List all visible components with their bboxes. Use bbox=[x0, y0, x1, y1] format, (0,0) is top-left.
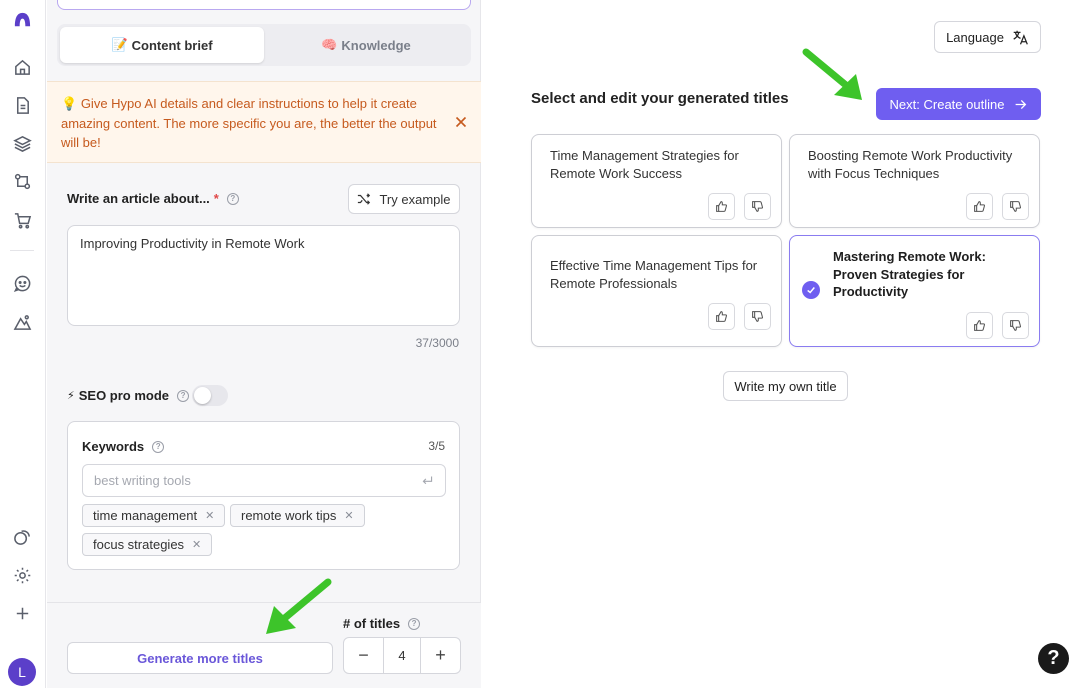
thumbs-down-icon[interactable] bbox=[744, 193, 771, 220]
keyword-chip-label: time management bbox=[93, 508, 198, 523]
thumbs-up-icon[interactable] bbox=[708, 193, 735, 220]
community-icon[interactable] bbox=[11, 526, 33, 548]
help-icon[interactable]: ? bbox=[152, 440, 165, 453]
language-button[interactable]: Language bbox=[934, 21, 1041, 53]
tab-content-brief-label: Content brief bbox=[131, 37, 213, 53]
annotation-arrow-icon bbox=[802, 48, 862, 100]
image-mountain-icon[interactable] bbox=[11, 311, 33, 333]
document-icon[interactable] bbox=[11, 94, 33, 116]
keyword-chip[interactable]: remote work tips ✕ bbox=[230, 504, 365, 527]
try-example-button[interactable]: Try example bbox=[348, 184, 460, 214]
keywords-box: Keywords ? 3/5 best writing tools time m… bbox=[67, 421, 460, 570]
number-of-titles-label: # of titles ? bbox=[343, 616, 421, 631]
help-icon[interactable]: ? bbox=[226, 192, 239, 205]
annotation-arrow-icon bbox=[266, 578, 332, 634]
title-card-text[interactable]: Boosting Remote Work Productivity with F… bbox=[808, 147, 1027, 182]
generate-more-titles-button[interactable]: Generate more titles bbox=[67, 642, 333, 674]
thumbs-up-icon[interactable] bbox=[966, 193, 993, 220]
keyword-input[interactable]: best writing tools bbox=[82, 464, 446, 497]
decrement-button[interactable]: − bbox=[344, 638, 383, 673]
number-of-titles-text: # of titles bbox=[343, 616, 401, 631]
notice-text: Give Hypo AI details and clear instructi… bbox=[61, 96, 437, 150]
title-card-text[interactable]: Time Management Strategies for Remote Wo… bbox=[550, 147, 769, 182]
logo-icon[interactable] bbox=[11, 9, 33, 31]
thumbs-down-icon[interactable] bbox=[1002, 312, 1029, 339]
title-card-selected[interactable]: Mastering Remote Work: Proven Strategies… bbox=[789, 235, 1040, 347]
article-topic-textarea[interactable]: Improving Productivity in Remote Work bbox=[67, 225, 460, 326]
cart-icon[interactable] bbox=[11, 209, 33, 231]
section-title: Select and edit your generated titles bbox=[531, 90, 789, 107]
close-icon[interactable] bbox=[453, 114, 469, 130]
thumbs-down-icon[interactable] bbox=[744, 303, 771, 330]
memo-icon: 📝 bbox=[111, 37, 128, 52]
next-button-label: Next: Create outline bbox=[889, 96, 1005, 112]
title-card-text[interactable]: Effective Time Management Tips for Remot… bbox=[550, 257, 769, 292]
thumbs-up-icon[interactable] bbox=[708, 303, 735, 330]
keywords-label-text: Keywords bbox=[82, 439, 145, 454]
brain-icon: 🧠 bbox=[321, 37, 338, 52]
sidebar: L bbox=[0, 0, 46, 688]
sidebar-divider bbox=[10, 250, 34, 251]
title-card[interactable]: Effective Time Management Tips for Remot… bbox=[531, 235, 782, 347]
character-counter: 37/3000 bbox=[415, 336, 459, 350]
title-card-text[interactable]: Mastering Remote Work: Proven Strategies… bbox=[833, 248, 1027, 301]
required-mark: * bbox=[213, 191, 219, 206]
help-icon[interactable]: ? bbox=[408, 617, 421, 630]
keyword-chip-label: remote work tips bbox=[241, 508, 337, 523]
checkmark-icon bbox=[802, 281, 820, 299]
keywords-count: 3/5 bbox=[428, 439, 445, 453]
panel-tabs: 📝 Content brief 🧠 Knowledge bbox=[57, 24, 471, 66]
thumbs-up-icon[interactable] bbox=[966, 312, 993, 339]
titles-count-stepper: − 4 + bbox=[343, 637, 461, 674]
keyword-input-placeholder: best writing tools bbox=[94, 473, 191, 488]
app-window: L 📝 Content brief 🧠 Knowledge 💡 Give Hyp… bbox=[0, 0, 1080, 688]
seo-pro-mode-label: ⚡ SEO pro mode ? bbox=[67, 388, 190, 403]
titles-count-value[interactable]: 4 bbox=[383, 638, 421, 673]
increment-button[interactable]: + bbox=[421, 638, 460, 673]
lightbulb-icon: 💡 bbox=[61, 96, 78, 111]
lightning-icon: ⚡ bbox=[67, 390, 75, 402]
top-input-field[interactable] bbox=[57, 0, 471, 10]
translate-icon bbox=[1013, 30, 1028, 45]
remove-chip-icon[interactable]: ✕ bbox=[192, 538, 201, 551]
keyword-chip[interactable]: time management ✕ bbox=[82, 504, 226, 527]
remove-chip-icon[interactable]: ✕ bbox=[205, 509, 214, 522]
thumbs-down-icon[interactable] bbox=[1002, 193, 1029, 220]
keywords-label: Keywords ? bbox=[82, 439, 165, 454]
language-label: Language bbox=[946, 29, 1004, 45]
title-card[interactable]: Time Management Strategies for Remote Wo… bbox=[531, 134, 782, 228]
write-own-title-button[interactable]: Write my own title bbox=[723, 371, 848, 401]
enter-return-icon bbox=[422, 476, 433, 485]
arrow-right-icon bbox=[1016, 99, 1027, 109]
keyword-chip[interactable]: focus strategies ✕ bbox=[82, 533, 213, 556]
home-icon[interactable] bbox=[11, 56, 33, 78]
help-button[interactable]: ? bbox=[1038, 643, 1069, 674]
next-create-outline-button[interactable]: Next: Create outline bbox=[876, 88, 1041, 120]
tab-knowledge[interactable]: 🧠 Knowledge bbox=[264, 27, 468, 63]
tab-content-brief[interactable]: 📝 Content brief bbox=[60, 27, 264, 63]
instruction-notice: 💡 Give Hypo AI details and clear instruc… bbox=[47, 81, 481, 163]
title-card[interactable]: Boosting Remote Work Productivity with F… bbox=[789, 134, 1040, 228]
chat-bot-icon[interactable] bbox=[11, 272, 33, 294]
help-icon[interactable]: ? bbox=[177, 389, 190, 402]
remove-chip-icon[interactable]: ✕ bbox=[344, 509, 353, 522]
article-topic-label: Write an article about... * ? bbox=[67, 191, 239, 206]
try-example-label: Try example bbox=[379, 191, 451, 207]
user-avatar[interactable]: L bbox=[8, 658, 36, 686]
article-topic-label-text: Write an article about... bbox=[67, 191, 210, 206]
seo-pro-mode-text: SEO pro mode bbox=[78, 388, 170, 403]
keyword-chip-label: focus strategies bbox=[93, 537, 185, 552]
tab-knowledge-label: Knowledge bbox=[341, 37, 411, 53]
layers-icon[interactable] bbox=[11, 132, 33, 154]
workflow-icon[interactable] bbox=[11, 170, 33, 192]
shuffle-icon bbox=[358, 193, 371, 205]
settings-gear-icon[interactable] bbox=[11, 564, 33, 586]
seo-pro-mode-toggle[interactable] bbox=[192, 385, 228, 406]
plus-icon[interactable] bbox=[11, 602, 33, 624]
